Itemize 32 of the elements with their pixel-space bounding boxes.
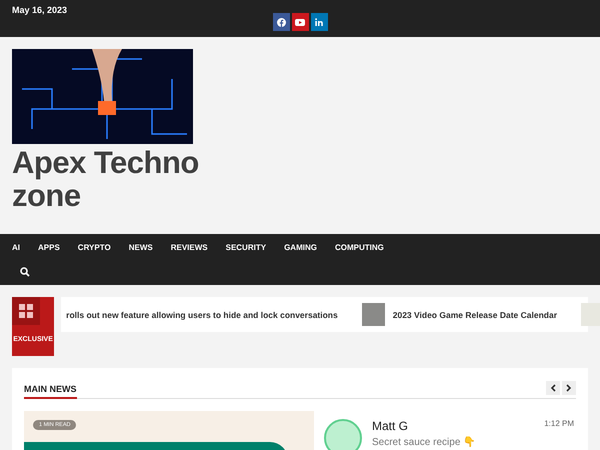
headline-link[interactable]: 2023 Video Game Release Date Calendar — [392, 310, 557, 320]
contact-name: Matt G — [372, 419, 408, 433]
nav-link[interactable]: CRYPTO — [78, 243, 111, 252]
chevron-left-icon — [550, 384, 556, 392]
headline-link[interactable]: rolls out new feature allowing users to hide and lock conversations — [66, 310, 338, 320]
section-heading: MAIN NEWS — [24, 384, 76, 399]
social-link[interactable] — [272, 13, 290, 31]
nav-link[interactable]: GAMING — [284, 243, 317, 252]
nav-link[interactable]: NEWS — [128, 243, 153, 252]
nav-link[interactable]: AI — [12, 243, 20, 252]
previous-button[interactable] — [546, 381, 560, 395]
grid-icon — [12, 297, 40, 325]
facebook-icon — [276, 18, 286, 26]
youtube-icon — [295, 18, 305, 26]
photo-placeholder — [581, 303, 600, 326]
social-link[interactable] — [310, 13, 328, 31]
message-preview: Secret sauce recipe 👇 — [372, 436, 476, 448]
nav-link[interactable]: APPS — [38, 243, 60, 252]
nav-link[interactable]: COMPUTING — [334, 243, 384, 252]
logo-picture[interactable] — [12, 49, 193, 144]
linkedin-icon — [315, 18, 323, 26]
chevron-right-icon — [566, 384, 572, 392]
photo-placeholder — [362, 303, 385, 326]
search-button[interactable] — [20, 265, 30, 275]
date-text: May 16, 2023 — [12, 5, 68, 15]
nav-link[interactable]: SECURITY — [226, 243, 266, 252]
nav-link[interactable]: REVIEWS — [170, 243, 208, 252]
next-button[interactable] — [562, 381, 576, 395]
site-title[interactable]: Apex Techno zone — [12, 146, 217, 212]
message-time: 1:12 PM — [544, 419, 574, 430]
social-link[interactable] — [292, 13, 308, 31]
avatar-icon — [324, 419, 362, 450]
